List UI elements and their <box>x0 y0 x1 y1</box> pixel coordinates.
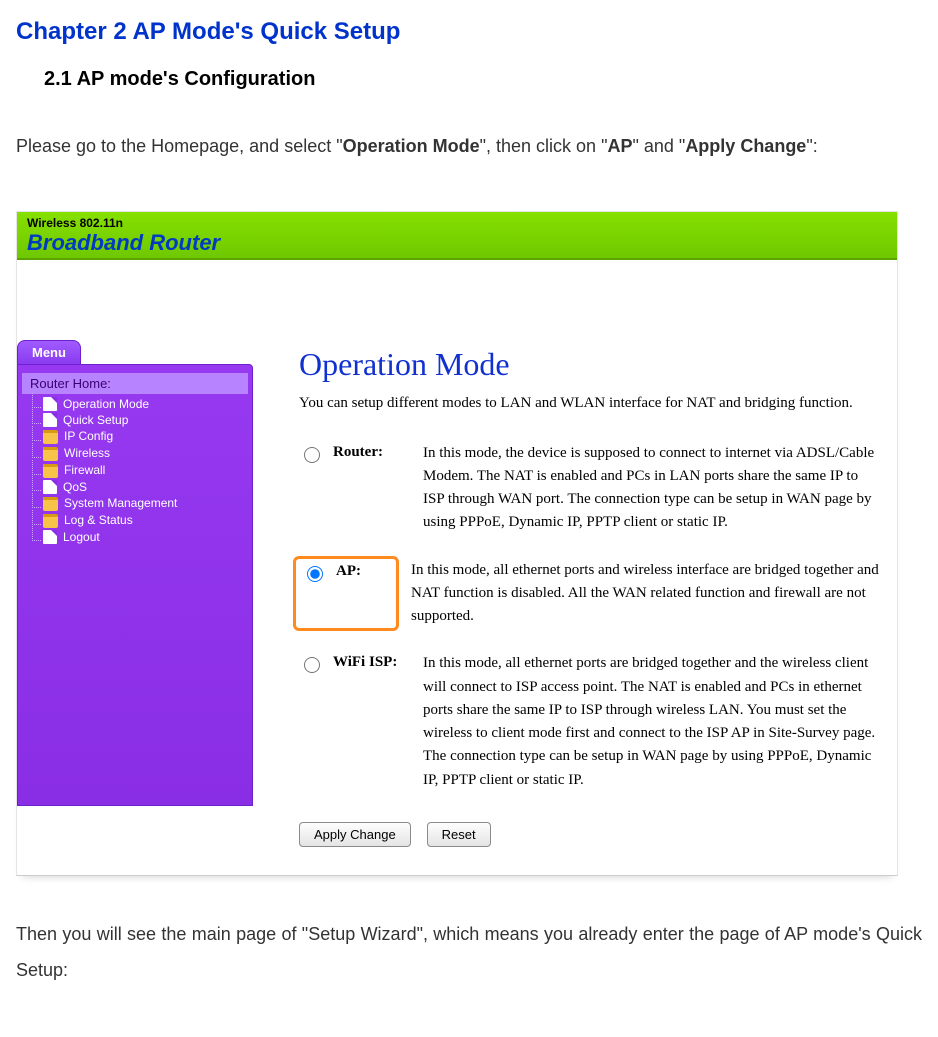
router-banner: Wireless 802.11n Broadband Router <box>17 212 897 260</box>
radio-router[interactable] <box>304 447 320 463</box>
folder-icon <box>43 497 58 511</box>
section-title: 2.1 AP mode's Configuration <box>44 68 922 91</box>
banner-line2: Broadband Router <box>27 230 887 256</box>
option-radio-cell-wisp[interactable]: WiFi ISP: <box>299 652 423 792</box>
ap-bold: AP <box>607 136 632 156</box>
radio-wisp[interactable] <box>304 657 320 673</box>
pane-title: Operation Mode <box>299 346 879 383</box>
intro-paragraph: Please go to the Homepage, and select "O… <box>16 127 922 167</box>
banner-line1: Wireless 802.11n <box>27 216 887 230</box>
option-label: AP: <box>336 563 361 580</box>
sidebar-item-operation-mode[interactable]: Operation Mode <box>18 396 252 412</box>
folder-icon <box>43 447 58 461</box>
text: ": <box>806 136 817 156</box>
sidebar-item-system-management[interactable]: System Management <box>18 495 252 512</box>
router-screenshot: Wireless 802.11n Broadband Router Menu R… <box>16 211 898 876</box>
folder-icon <box>43 430 58 444</box>
sidebar-item-label: Operation Mode <box>63 397 149 411</box>
sidebar-item-label: Quick Setup <box>63 413 128 427</box>
option-description: In this mode, all ethernet ports and wir… <box>411 559 879 629</box>
nav-tree: Router Home: Operation Mode Quick Setup IP… <box>17 364 253 806</box>
tree-root[interactable]: Router Home: <box>22 373 248 394</box>
apply-change-bold: Apply Change <box>685 136 806 156</box>
sidebar-item-firewall[interactable]: Firewall <box>18 462 252 479</box>
option-radio-cell-ap[interactable]: AP: <box>293 556 399 632</box>
page-icon <box>43 413 57 427</box>
sidebar-item-qos[interactable]: QoS <box>18 479 252 495</box>
sidebar-item-ip-config[interactable]: IP Config <box>18 428 252 445</box>
folder-icon <box>43 514 58 528</box>
sidebar-item-label: IP Config <box>64 429 113 443</box>
sidebar-item-label: System Management <box>64 496 177 510</box>
apply-change-button[interactable]: Apply Change <box>299 822 411 847</box>
pane-subtitle: You can setup different modes to LAN and… <box>299 395 879 412</box>
banner-gap <box>17 260 897 340</box>
option-row-ap: AP: In this mode, all ethernet ports and … <box>299 559 879 629</box>
outro-paragraph: Then you will see the main page of "Setu… <box>16 916 922 988</box>
sidebar-item-label: Log & Status <box>64 513 133 527</box>
page-icon <box>43 530 57 544</box>
sidebar-item-log-status[interactable]: Log & Status <box>18 512 252 529</box>
text: ", then click on " <box>480 136 608 156</box>
text: " and " <box>632 136 685 156</box>
chapter-title: Chapter 2 AP Mode's Quick Setup <box>16 18 922 46</box>
sidebar-item-wireless[interactable]: Wireless <box>18 445 252 462</box>
option-label: Router: <box>333 444 383 461</box>
reset-button[interactable]: Reset <box>427 822 491 847</box>
option-row-router: Router: In this mode, the device is suppo… <box>299 442 879 535</box>
page-icon <box>43 480 57 494</box>
sidebar-item-label: Firewall <box>64 463 105 477</box>
option-row-wisp: WiFi ISP: In this mode, all ethernet port… <box>299 652 879 792</box>
sidebar-item-label: Wireless <box>64 446 110 460</box>
sidebar-item-label: QoS <box>63 480 87 494</box>
text: Please go to the Homepage, and select " <box>16 136 343 156</box>
folder-icon <box>43 464 58 478</box>
operation-mode-bold: Operation Mode <box>343 136 480 156</box>
page-icon <box>43 397 57 411</box>
sidebar-item-logout[interactable]: Logout <box>18 529 252 545</box>
menu-tab: Menu <box>17 340 81 364</box>
sidebar: Menu Router Home: Operation Mode Quick Se… <box>17 340 253 875</box>
option-description: In this mode, all ethernet ports are bri… <box>423 652 879 792</box>
sidebar-item-quick-setup[interactable]: Quick Setup <box>18 412 252 428</box>
option-radio-cell-router[interactable]: Router: <box>299 442 423 535</box>
radio-ap[interactable] <box>307 566 323 582</box>
sidebar-item-label: Logout <box>63 530 100 544</box>
content-pane: Operation Mode You can setup different m… <box>253 340 897 875</box>
option-description: In this mode, the device is supposed to … <box>423 442 879 535</box>
option-label: WiFi ISP: <box>333 654 397 671</box>
